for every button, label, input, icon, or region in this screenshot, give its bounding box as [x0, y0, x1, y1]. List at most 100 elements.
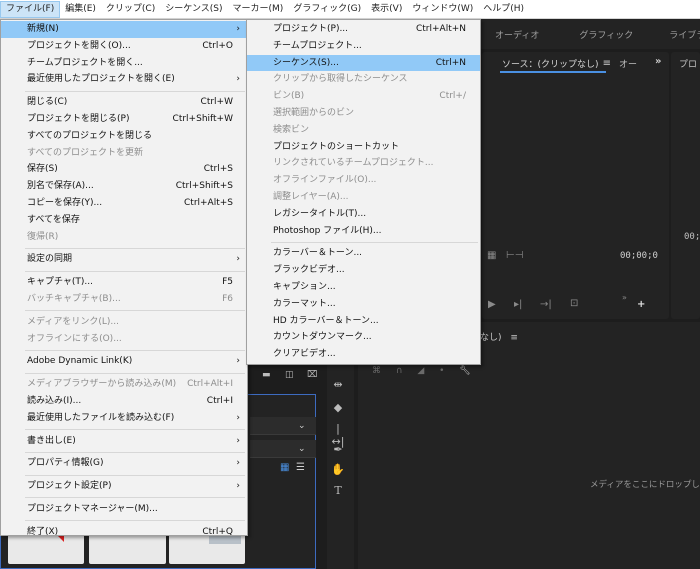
add-button-icon[interactable]: +: [637, 299, 645, 310]
link-icon[interactable]: ∩: [396, 366, 403, 376]
file-menu-item-7[interactable]: すべてのプロジェクトを閉じる: [1, 128, 247, 145]
menu-clip[interactable]: クリップ(C): [101, 1, 160, 18]
file-menu-item-31[interactable]: プロパティ情報(G) ›: [1, 455, 247, 472]
marker-range-icon[interactable]: ⊢⊣: [506, 250, 523, 261]
trash-icon[interactable]: ⌧: [307, 370, 317, 380]
new-menu-item-15[interactable]: ブラックビデオ...: [247, 262, 480, 279]
list-view-icon[interactable]: ☰: [296, 462, 305, 473]
add-marker-icon[interactable]: •: [439, 366, 444, 376]
menu-item-shortcut: Ctrl+W: [200, 97, 233, 108]
menu-item-shortcut: Ctrl+Q: [202, 526, 233, 537]
menu-item-label: キャプチャ(T)...: [27, 277, 94, 288]
razor-tool-icon[interactable]: ◆: [330, 401, 346, 414]
pen-tool-icon[interactable]: ✒: [330, 443, 346, 456]
new-menu-item-20[interactable]: クリアビデオ...: [247, 346, 480, 363]
overflow-icon[interactable]: »: [622, 293, 627, 302]
program-panel-title[interactable]: プロ: [679, 57, 697, 70]
wrench-icon[interactable]: 🔧︎: [459, 366, 470, 376]
menu-window[interactable]: ウィンドウ(W): [407, 1, 478, 18]
menu-marker[interactable]: マーカー(M): [228, 1, 289, 18]
file-menu-item-29[interactable]: 書き出し(E) ›: [1, 433, 247, 450]
workspace-tab-audio[interactable]: オーディオ: [495, 28, 539, 41]
new-menu-item-16[interactable]: キャプション...: [247, 279, 480, 296]
project-filter-select[interactable]: [250, 417, 316, 435]
file-menu-item-3[interactable]: 最近使用したプロジェクトを開く(E) ›: [1, 71, 247, 88]
file-menu-item-0[interactable]: 新規(N) ›: [1, 21, 247, 38]
new-menu-item-19[interactable]: カウントダウンマーク...: [247, 329, 480, 346]
file-menu-item-27[interactable]: 最近使用したファイルを読み込む(F) ›: [1, 410, 247, 427]
new-menu-item-5: 選択範囲からのビン: [247, 105, 480, 122]
step-forward-icon[interactable]: ▸|: [514, 299, 522, 310]
icon-view-icon[interactable]: ▦: [280, 462, 289, 473]
marker-icon[interactable]: ◢: [417, 366, 424, 376]
file-menu-item-35[interactable]: プロジェクトマネージャー(M)...: [1, 501, 247, 518]
menu-separator: [25, 372, 245, 374]
file-menu-item-1[interactable]: プロジェクトを開く(O)... Ctrl+O: [1, 38, 247, 55]
new-item-icon[interactable]: ◫: [285, 370, 294, 380]
menu-item-shortcut: Ctrl+S: [203, 164, 233, 175]
file-menu-item-6[interactable]: プロジェクトを閉じる(P) Ctrl+Shift+W: [1, 111, 247, 128]
new-menu-item-12[interactable]: Photoshop ファイル(H)...: [247, 223, 480, 240]
file-menu-item-33[interactable]: プロジェクト設定(P) ›: [1, 478, 247, 495]
file-menu-item-5[interactable]: 閉じる(C) Ctrl+W: [1, 94, 247, 111]
source-next-tab[interactable]: オー: [619, 57, 637, 70]
menu-item-label: 閉じる(C): [27, 97, 68, 108]
menu-item-shortcut: Ctrl+Alt+I: [187, 379, 233, 390]
menu-item-label: チームプロジェクト...: [273, 40, 362, 51]
file-menu-item-9[interactable]: 保存(S) Ctrl+S: [1, 161, 247, 178]
menu-view[interactable]: 表示(V): [366, 1, 407, 18]
new-menu-item-2[interactable]: シーケンス(S)... Ctrl+N: [247, 54, 480, 72]
new-menu-item-14[interactable]: カラーバー＆トーン...: [247, 245, 480, 262]
file-menu-item-12[interactable]: すべてを保存: [1, 212, 247, 229]
menu-help[interactable]: ヘルプ(H): [478, 1, 529, 18]
menu-edit[interactable]: 編集(E): [60, 1, 101, 18]
file-menu-item-2[interactable]: チームプロジェクトを開く...: [1, 55, 247, 72]
chevron-down-icon[interactable]: ⌄: [298, 444, 306, 454]
menu-separator: [271, 241, 478, 243]
workspace-tab-graphics[interactable]: グラフィック: [579, 28, 633, 41]
go-to-out-icon[interactable]: →|: [540, 299, 552, 310]
play-icon[interactable]: ▶: [488, 299, 496, 310]
workspace-tab-library[interactable]: ライブラリ: [669, 28, 700, 41]
export-frame-icon[interactable]: ⊡: [570, 298, 578, 309]
menu-item-shortcut: Ctrl+Shift+S: [175, 181, 233, 192]
panel-menu-icon[interactable]: ≡: [603, 58, 611, 69]
menu-item-label: 最近使用したプロジェクトを開く(E): [27, 74, 175, 85]
project-view-select[interactable]: [250, 440, 316, 458]
hand-tool-icon[interactable]: ✋: [330, 463, 346, 476]
menu-file[interactable]: ファイル(F): [0, 0, 61, 18]
new-menu-item-0[interactable]: プロジェクト(P)... Ctrl+Alt+N: [247, 21, 480, 38]
new-bin-icon[interactable]: ▬: [262, 370, 271, 380]
file-menu-item-17[interactable]: キャプチャ(T)... F5: [1, 274, 247, 291]
source-panel-title[interactable]: ソース：(クリップなし): [492, 57, 599, 70]
file-menu-item-23[interactable]: Adobe Dynamic Link(K) ›: [1, 353, 247, 370]
more-tabs-icon[interactable]: »: [655, 56, 661, 67]
new-menu-item-1[interactable]: チームプロジェクト...: [247, 38, 480, 55]
file-menu-item-15[interactable]: 設定の同期 ›: [1, 251, 247, 268]
submenu-arrow-icon: ›: [236, 356, 240, 367]
menu-item-label: HD カラーバー＆トーン...: [273, 315, 379, 326]
menu-item-label: カラーバー＆トーン...: [273, 248, 363, 259]
menu-item-label: チームプロジェクトを開く...: [27, 57, 143, 68]
timeline-menu-icon[interactable]: ≡: [510, 333, 518, 343]
timeline-title[interactable]: なし): [480, 333, 502, 343]
menu-sequence[interactable]: シーケンス(S): [160, 1, 227, 18]
file-menu-item-18: バッチキャプチャ(B)... F6: [1, 291, 247, 308]
type-tool-icon[interactable]: T: [330, 484, 346, 497]
file-menu-item-10[interactable]: 別名で保存(A)... Ctrl+Shift+S: [1, 178, 247, 195]
snap-icon[interactable]: ⌘: [372, 366, 381, 376]
new-menu-item-18[interactable]: HD カラーバー＆トーン...: [247, 313, 480, 330]
menu-graphics[interactable]: グラフィック(G): [288, 1, 366, 18]
file-menu-item-37[interactable]: 終了(X) Ctrl+Q: [1, 524, 247, 541]
new-menu-item-11[interactable]: レガシータイトル(T)...: [247, 206, 480, 223]
file-menu-item-11[interactable]: コピーを保存(Y)... Ctrl+Alt+S: [1, 195, 247, 212]
new-menu-item-7[interactable]: プロジェクトのショートカット: [247, 139, 480, 156]
chevron-down-icon[interactable]: ⌄: [298, 421, 306, 431]
file-menu-item-26[interactable]: 読み込み(I)... Ctrl+I: [1, 393, 247, 410]
menu-item-label: すべてのプロジェクトを閉じる: [27, 130, 153, 141]
menu-item-label: Adobe Dynamic Link(K): [27, 356, 133, 367]
file-menu-item-20: メディアをリンク(L)...: [1, 314, 247, 331]
clip-icon[interactable]: ▦: [487, 250, 496, 261]
ripple-edit-tool-icon[interactable]: ⇹: [330, 378, 346, 391]
new-menu-item-17[interactable]: カラーマット...: [247, 296, 480, 313]
